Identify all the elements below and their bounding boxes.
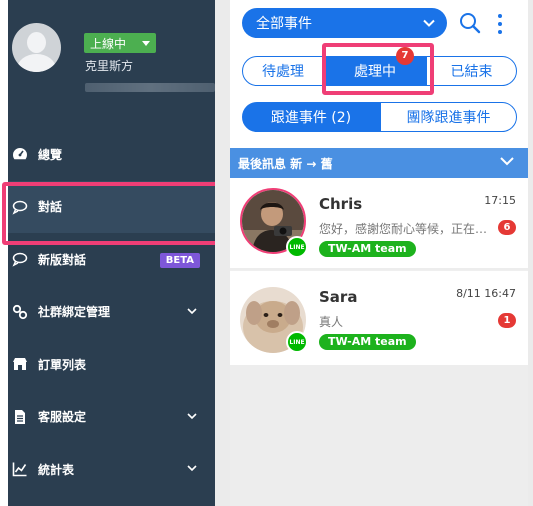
tab-followed-events[interactable]: 跟進事件 (2): [242, 102, 380, 132]
sidebar-item-orders[interactable]: 訂單列表: [8, 338, 215, 391]
sort-label: 最後訊息 新 → 舊: [238, 156, 333, 171]
line-icon: LINE: [286, 331, 308, 353]
online-status-label: 上線中: [90, 36, 127, 51]
contact-name: Chris: [319, 195, 363, 213]
chevron-down-icon: [187, 307, 197, 314]
event-filter-dropdown[interactable]: 全部事件: [242, 8, 447, 38]
more-vertical-icon[interactable]: [496, 12, 504, 36]
sidebar-item-service-settings[interactable]: 客服設定: [8, 391, 215, 444]
avatar-head: [27, 32, 46, 53]
message-time: 8/11 16:47: [456, 287, 516, 300]
sidebar: 上線中 克里斯方 總覽 對話 新版對話 BETA 社群綁定管理 訂單列表 客服設…: [0, 0, 215, 506]
in-progress-count-badge: 7: [396, 47, 414, 65]
user-name: 克里斯方: [85, 59, 134, 73]
chat-icon: [12, 199, 28, 215]
sidebar-item-label: 統計表: [38, 462, 75, 477]
chat-icon: [12, 251, 28, 267]
avatar[interactable]: [12, 23, 61, 72]
unread-count-badge: 6: [498, 220, 516, 235]
sidebar-item-overview[interactable]: 總覽: [8, 128, 215, 181]
chevron-down-icon: [187, 412, 197, 419]
user-profile: 上線中 克里斯方: [8, 0, 215, 110]
sidebar-item-label: 客服設定: [38, 410, 87, 425]
dashboard-icon: [12, 146, 28, 162]
sidebar-item-conversations[interactable]: 對話: [2, 180, 215, 244]
document-icon: [12, 409, 28, 425]
unread-count-badge: 1: [498, 313, 516, 328]
message-preview: 您好，感謝您耐心等候，正在為您處理中: [319, 222, 489, 236]
event-filter-label: 全部事件: [256, 16, 312, 32]
sort-header[interactable]: 最後訊息 新 → 舊: [230, 148, 528, 178]
conversation-item[interactable]: LINE Sara 8/11 16:47 真人 1 TW-AM team: [230, 270, 528, 365]
chevron-down-icon: [423, 19, 435, 27]
sidebar-item-new-conversations[interactable]: 新版對話 BETA: [8, 233, 215, 286]
chevron-down-icon: [187, 465, 197, 472]
message-preview: 真人: [319, 315, 344, 329]
sidebar-nav: 總覽 對話 新版對話 BETA 社群綁定管理 訂單列表 客服設定 統計表: [2, 128, 215, 496]
avatar-body: [17, 54, 56, 72]
contact-name: Sara: [319, 288, 358, 306]
conversation-panel: 全部事件 待處理 處理中 已結束 7 跟進事件 (2) 團隊跟進事件 最後訊息 …: [230, 0, 528, 506]
sidebar-item-label: 對話: [38, 200, 63, 215]
line-icon: LINE: [286, 236, 308, 258]
panel-toolbar: 全部事件 待處理 處理中 已結束 7 跟進事件 (2) 團隊跟進事件: [230, 0, 528, 148]
highlight-box: [322, 43, 434, 95]
tab-closed[interactable]: 已結束: [426, 56, 517, 86]
tab-team-followed-events[interactable]: 團隊跟進事件: [380, 102, 517, 132]
chart-icon: [12, 461, 28, 477]
message-time: 17:15: [484, 194, 516, 207]
sidebar-item-label: 新版對話: [38, 252, 87, 267]
redacted-email: [85, 83, 215, 92]
sidebar-item-label: 訂單列表: [38, 357, 87, 372]
caret-down-icon: [142, 41, 150, 46]
conversation-item[interactable]: LINE Chris 17:15 您好，感謝您耐心等候，正在為您處理中 6 TW…: [230, 178, 528, 268]
sidebar-edge: [0, 0, 8, 506]
link-icon: [12, 304, 28, 320]
sidebar-item-statistics[interactable]: 統計表: [8, 443, 215, 496]
sidebar-item-social-binding[interactable]: 社群綁定管理: [8, 286, 215, 339]
search-icon[interactable]: [458, 11, 482, 35]
tab-pending[interactable]: 待處理: [242, 56, 324, 86]
chevron-down-icon: [500, 157, 514, 166]
store-icon: [12, 356, 28, 372]
sidebar-item-label: 總覽: [38, 147, 63, 162]
beta-badge: BETA: [159, 253, 200, 268]
team-tag: TW-AM team: [319, 241, 416, 257]
online-status-dropdown[interactable]: 上線中: [84, 33, 156, 53]
team-tag: TW-AM team: [319, 334, 416, 350]
follow-tabs: 跟進事件 (2) 團隊跟進事件: [242, 102, 517, 132]
sidebar-item-label: 社群綁定管理: [38, 305, 111, 320]
